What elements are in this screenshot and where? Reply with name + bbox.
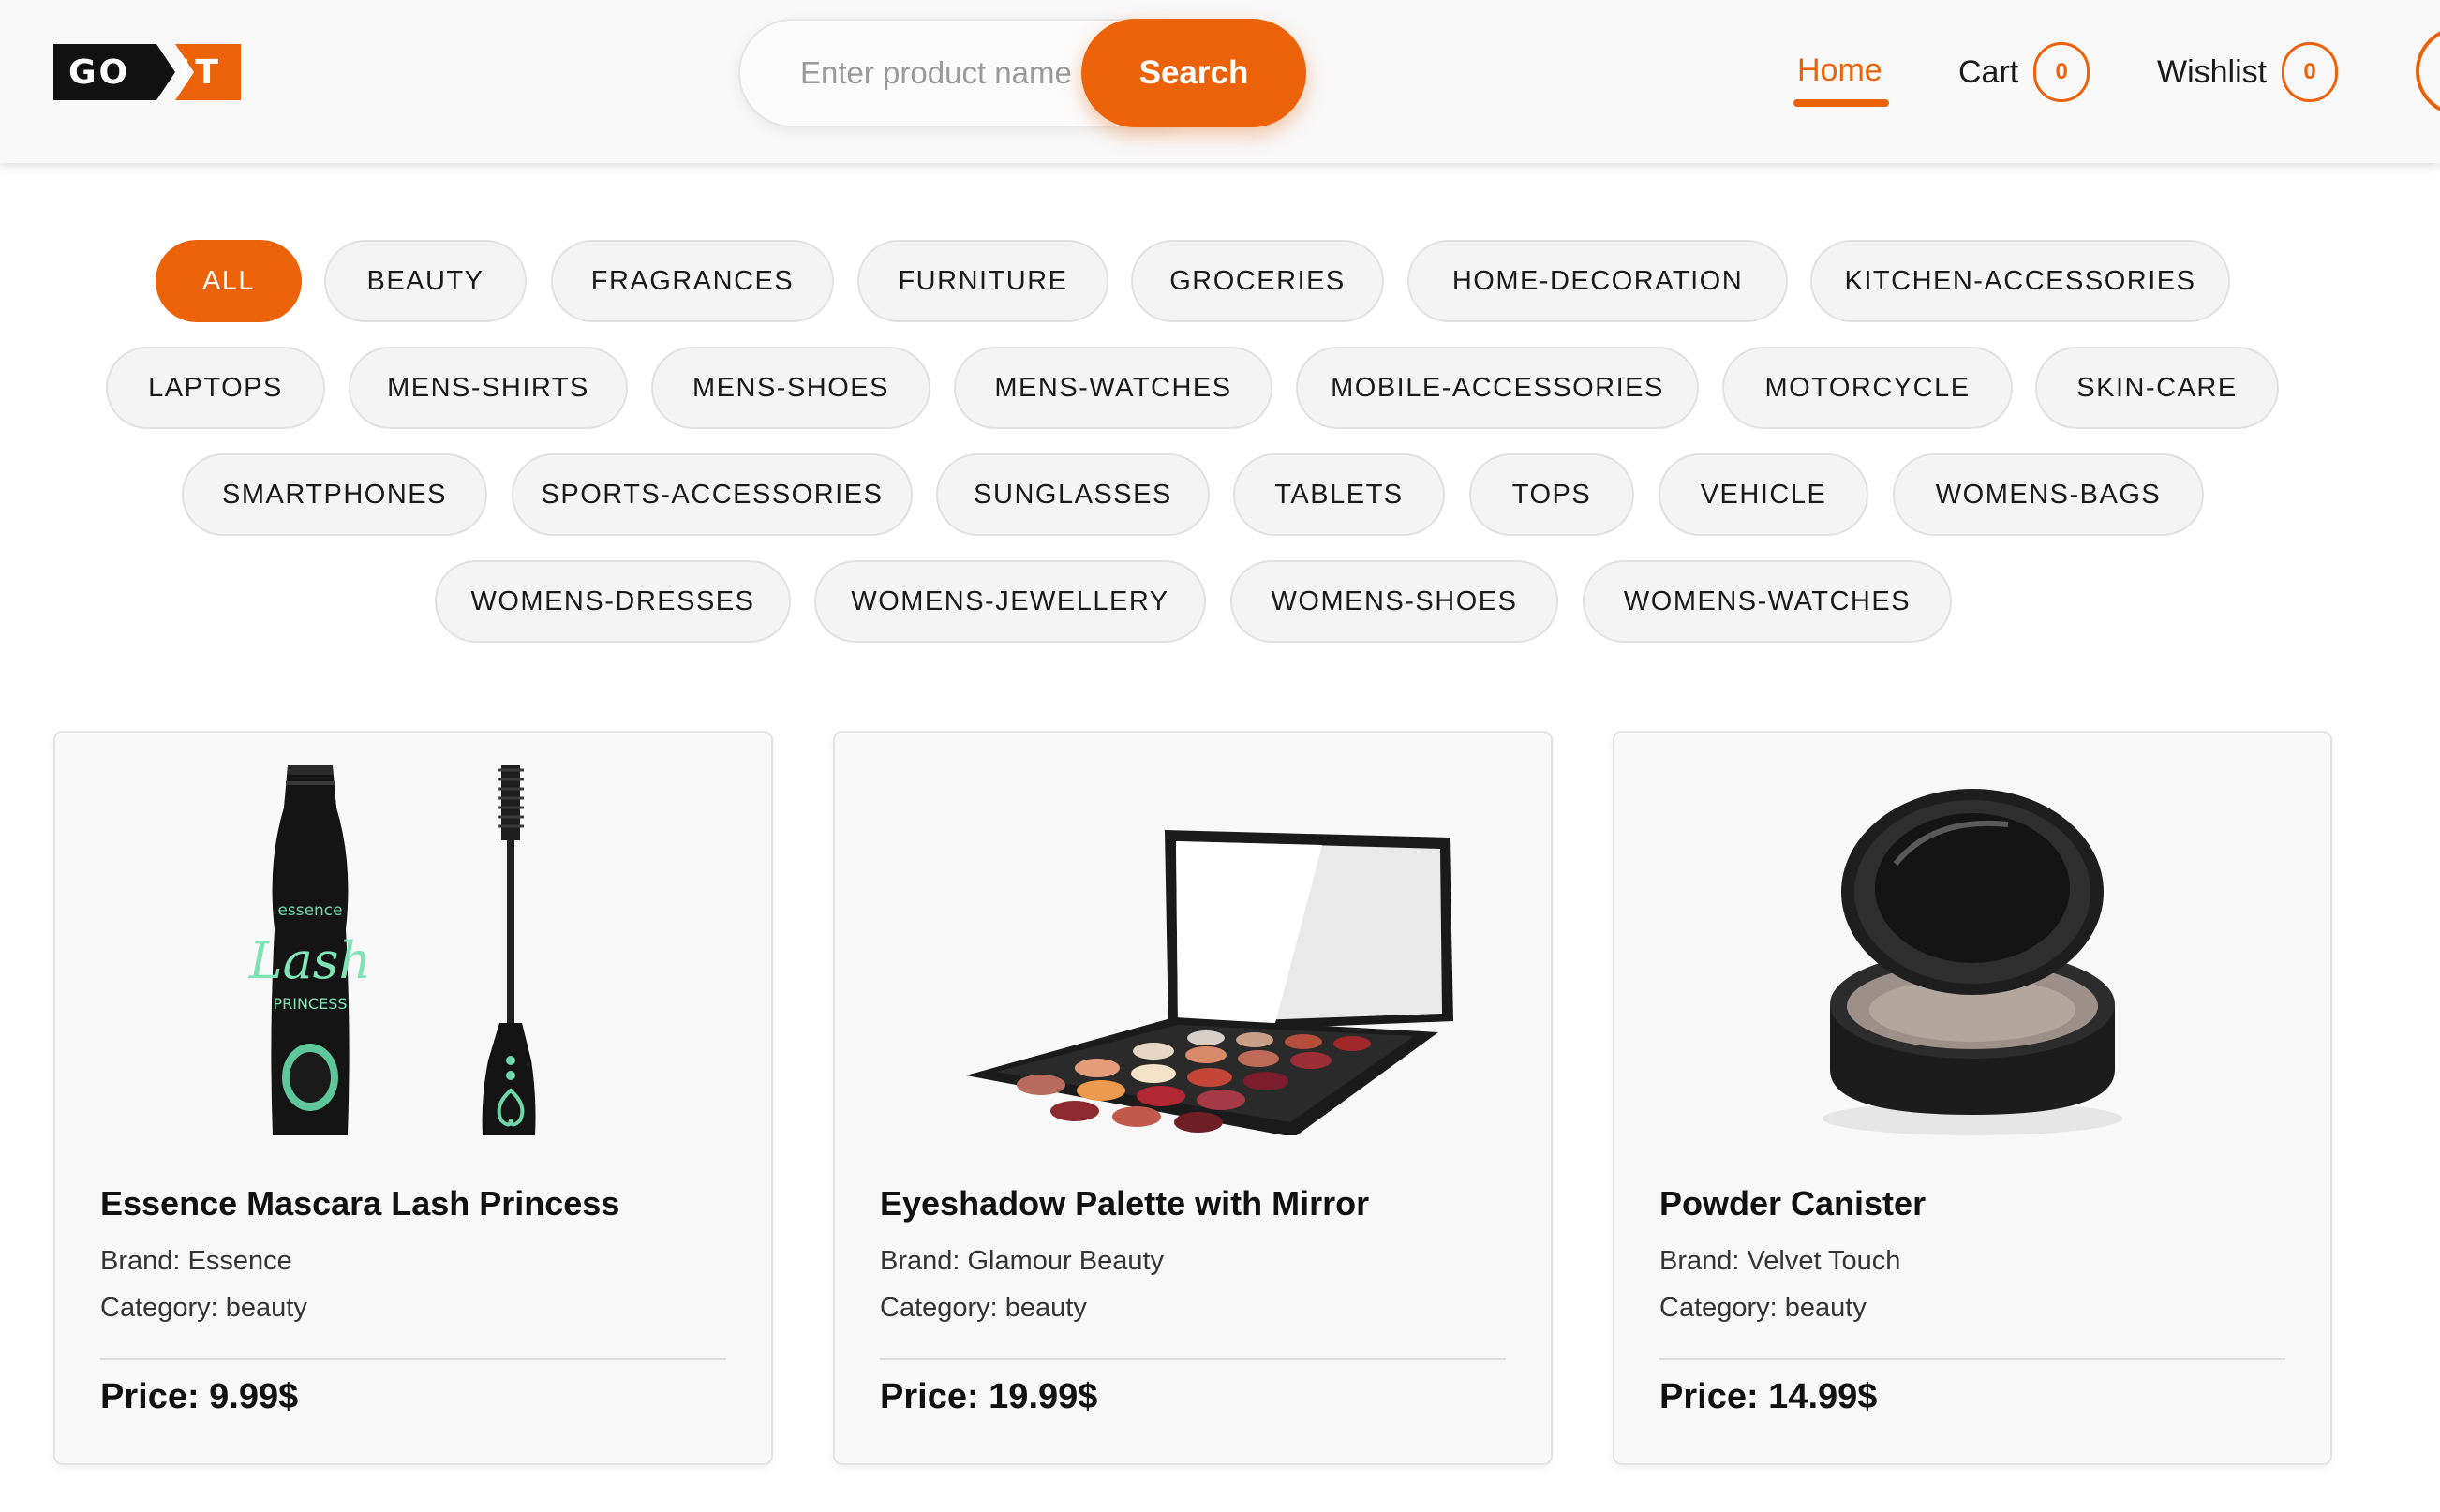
mascara-image: essence Lash PRINCESS <box>55 751 775 1135</box>
product-title[interactable]: Eyeshadow Palette with Mirror <box>880 1184 1369 1223</box>
search-bar: Search <box>738 19 1306 127</box>
category-chip-beauty[interactable]: BEAUTY <box>324 240 527 322</box>
eyeshadow-palette-image <box>835 751 1555 1137</box>
category-chip-sports-accessories[interactable]: SPORTS-ACCESSORIES <box>512 453 913 536</box>
category-chip-womens-shoes[interactable]: WOMENS-SHOES <box>1230 560 1558 643</box>
product-price: Price: 9.99$ <box>100 1377 299 1416</box>
category-chip-womens-jewellery[interactable]: WOMENS-JEWELLERY <box>814 560 1206 643</box>
product-brand: Brand: Velvet Touch <box>1659 1246 1901 1276</box>
product-price: Price: 14.99$ <box>1659 1377 1878 1416</box>
product-category: Category: beauty <box>1659 1293 1867 1323</box>
product-brand: Brand: Essence <box>100 1246 292 1276</box>
product-card[interactable]: Eyeshadow Palette with Mirror Brand: Gla… <box>833 731 1553 1465</box>
card-divider <box>100 1358 726 1360</box>
nav-home-link[interactable]: Home <box>1797 52 1882 89</box>
mascara-script-text: Lash <box>248 931 372 990</box>
nav-cart-link[interactable]: Cart 0 <box>1958 42 2090 102</box>
product-card[interactable]: essence Lash PRINCESS Essence Mascara La… <box>53 731 773 1465</box>
mascara-subtext: PRINCESS <box>273 995 347 1013</box>
category-chip-fragrances[interactable]: FRAGRANCES <box>551 240 834 322</box>
nav-cart-label: Cart <box>1958 53 2019 90</box>
category-chip-tops[interactable]: TOPS <box>1469 453 1634 536</box>
category-chip-groceries[interactable]: GROCERIES <box>1131 240 1384 322</box>
product-brand: Brand: Glamour Beauty <box>880 1246 1165 1276</box>
nav-wishlist-label: Wishlist <box>2157 53 2268 90</box>
category-chip-home-decoration[interactable]: HOME-DECORATION <box>1407 240 1788 322</box>
logo-text-it: IT <box>178 53 223 92</box>
category-chip-laptops[interactable]: LAPTOPS <box>106 347 325 429</box>
product-category: Category: beauty <box>100 1293 307 1323</box>
mascara-brand-text: essence <box>277 901 342 920</box>
powder-canister-image <box>1614 751 2334 1135</box>
category-chip-womens-watches[interactable]: WOMENS-WATCHES <box>1583 560 1952 643</box>
category-chip-tablets[interactable]: TABLETS <box>1233 453 1445 536</box>
product-title[interactable]: Essence Mascara Lash Princess <box>100 1184 619 1223</box>
product-price: Price: 19.99$ <box>880 1377 1098 1416</box>
category-chip-mens-shirts[interactable]: MENS-SHIRTS <box>349 347 628 429</box>
product-card[interactable]: Powder Canister Brand: Velvet Touch Cate… <box>1613 731 2332 1465</box>
search-button[interactable]: Search <box>1081 19 1306 127</box>
category-chip-all[interactable]: ALL <box>156 240 302 322</box>
product-title[interactable]: Powder Canister <box>1659 1184 1926 1223</box>
cart-count-badge: 0 <box>2033 42 2090 102</box>
category-chip-kitchen-accessories[interactable]: KITCHEN-ACCESSORIES <box>1810 240 2230 322</box>
goit-logo[interactable]: GO IT <box>53 44 241 100</box>
category-chip-womens-dresses[interactable]: WOMENS-DRESSES <box>435 560 791 643</box>
card-divider <box>880 1358 1506 1360</box>
category-chip-sunglasses[interactable]: SUNGLASSES <box>936 453 1210 536</box>
user-profile-button[interactable] <box>2416 26 2440 116</box>
wishlist-count-badge: 0 <box>2282 42 2339 102</box>
logo-text-go: GO <box>68 53 131 92</box>
category-chip-womens-bags[interactable]: WOMENS-BAGS <box>1893 453 2204 536</box>
product-category: Category: beauty <box>880 1293 1087 1323</box>
category-chip-motorcycle[interactable]: MOTORCYCLE <box>1722 347 2013 429</box>
category-chip-mobile-accessories[interactable]: MOBILE-ACCESSORIES <box>1296 347 1699 429</box>
category-chip-smartphones[interactable]: SMARTPHONES <box>182 453 487 536</box>
nav-wishlist-link[interactable]: Wishlist 0 <box>2157 42 2339 102</box>
category-chip-mens-watches[interactable]: MENS-WATCHES <box>954 347 1272 429</box>
nav-home-active-indicator <box>1793 99 1889 107</box>
site-header: GO IT Search Home Cart 0 Wishlist 0 <box>0 0 2440 163</box>
category-chip-vehicle[interactable]: VEHICLE <box>1659 453 1868 536</box>
category-chip-mens-shoes[interactable]: MENS-SHOES <box>651 347 930 429</box>
category-chip-skin-care[interactable]: SKIN-CARE <box>2035 347 2279 429</box>
card-divider <box>1659 1358 2285 1360</box>
category-chip-furniture[interactable]: FURNITURE <box>857 240 1108 322</box>
